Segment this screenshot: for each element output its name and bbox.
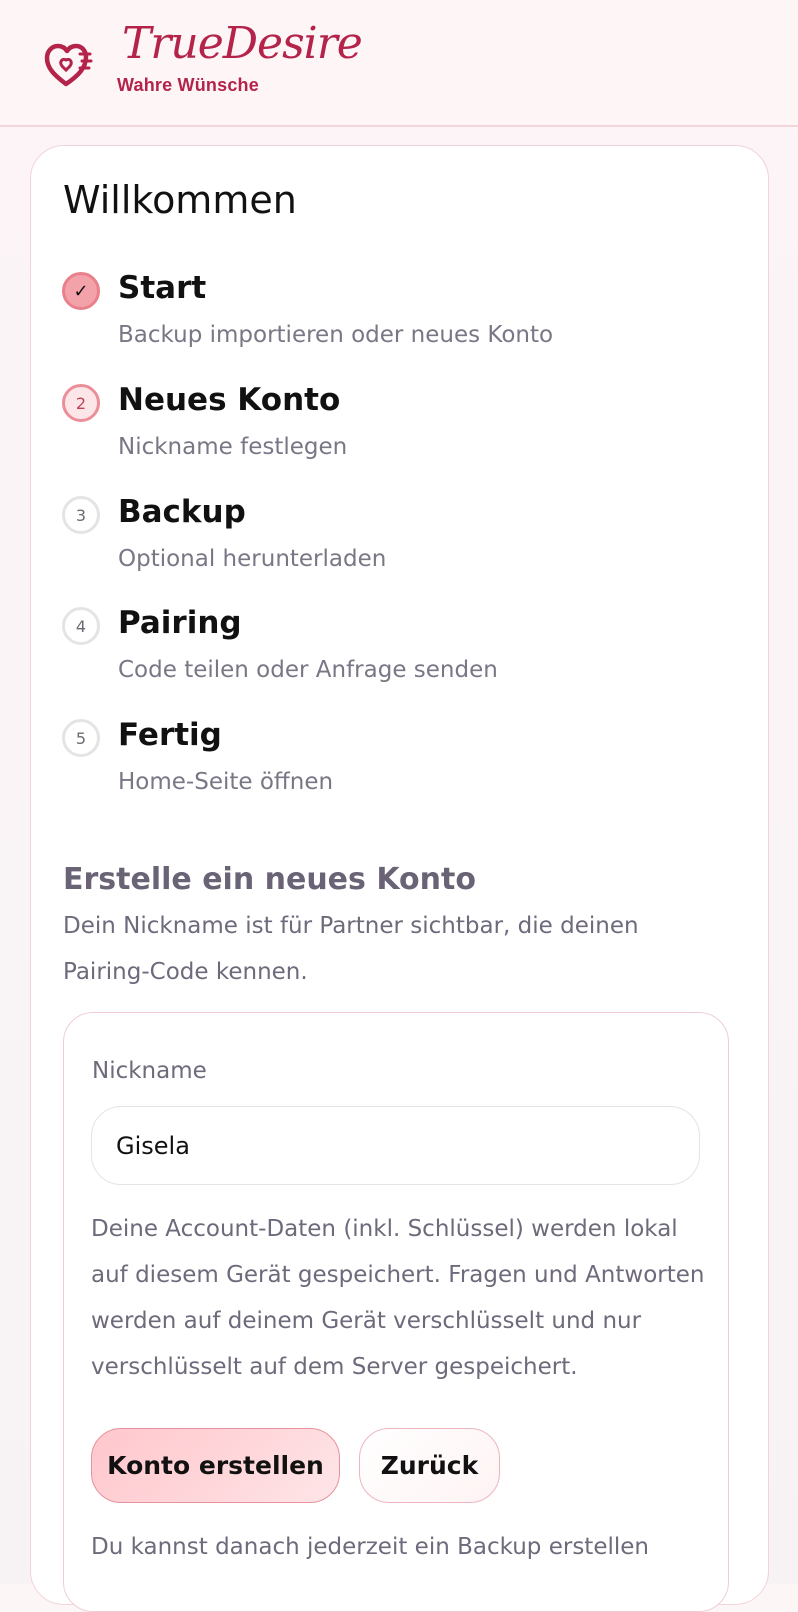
section-title: Erstelle ein neues Konto — [63, 862, 476, 897]
step-start: ✓ Start Backup importieren oder neues Ko… — [62, 270, 742, 362]
step-number: 4 — [62, 607, 100, 645]
step-backup: 3 Backup Optional herunterladen — [62, 494, 742, 586]
step-title: Start — [118, 270, 207, 306]
step-number: 5 — [62, 719, 100, 757]
backup-hint-text: Du kannst danach jederzeit ein Backup er… — [91, 1534, 649, 1560]
nickname-label: Nickname — [92, 1058, 207, 1084]
back-button[interactable]: Zurück — [359, 1428, 500, 1503]
app-title: TrueDesire — [122, 18, 363, 69]
step-description: Home-Seite öffnen — [118, 769, 334, 795]
page-title: Willkommen — [63, 178, 297, 222]
step-title: Pairing — [118, 605, 242, 641]
step-description: Nickname festlegen — [118, 434, 348, 460]
app-header: TrueDesire Wahre Wünsche — [0, 0, 798, 127]
step-number: 2 — [62, 384, 100, 422]
section-description: Dein Nickname ist für Partner sichtbar, … — [63, 913, 639, 985]
app-subtitle: Wahre Wünsche — [117, 75, 259, 95]
step-description: Code teilen oder Anfrage senden — [118, 657, 498, 683]
step-description: Backup importieren oder neues Konto — [118, 322, 554, 348]
privacy-info-text: Deine Account-Daten (inkl. Schlüssel) we… — [91, 1216, 705, 1380]
heart-logo-icon — [44, 43, 93, 87]
step-check-icon: ✓ — [62, 272, 100, 310]
step-title: Fertig — [118, 717, 222, 753]
step-done: 5 Fertig Home-Seite öffnen — [62, 717, 742, 809]
step-title: Backup — [118, 494, 246, 530]
nickname-input[interactable] — [91, 1106, 700, 1185]
create-account-button[interactable]: Konto erstellen — [91, 1428, 340, 1503]
step-new-account: 2 Neues Konto Nickname festlegen — [62, 382, 742, 474]
step-description: Optional herunterladen — [118, 546, 387, 572]
step-number: 3 — [62, 496, 100, 534]
step-title: Neues Konto — [118, 382, 341, 418]
step-pairing: 4 Pairing Code teilen oder Anfrage sende… — [62, 605, 742, 697]
